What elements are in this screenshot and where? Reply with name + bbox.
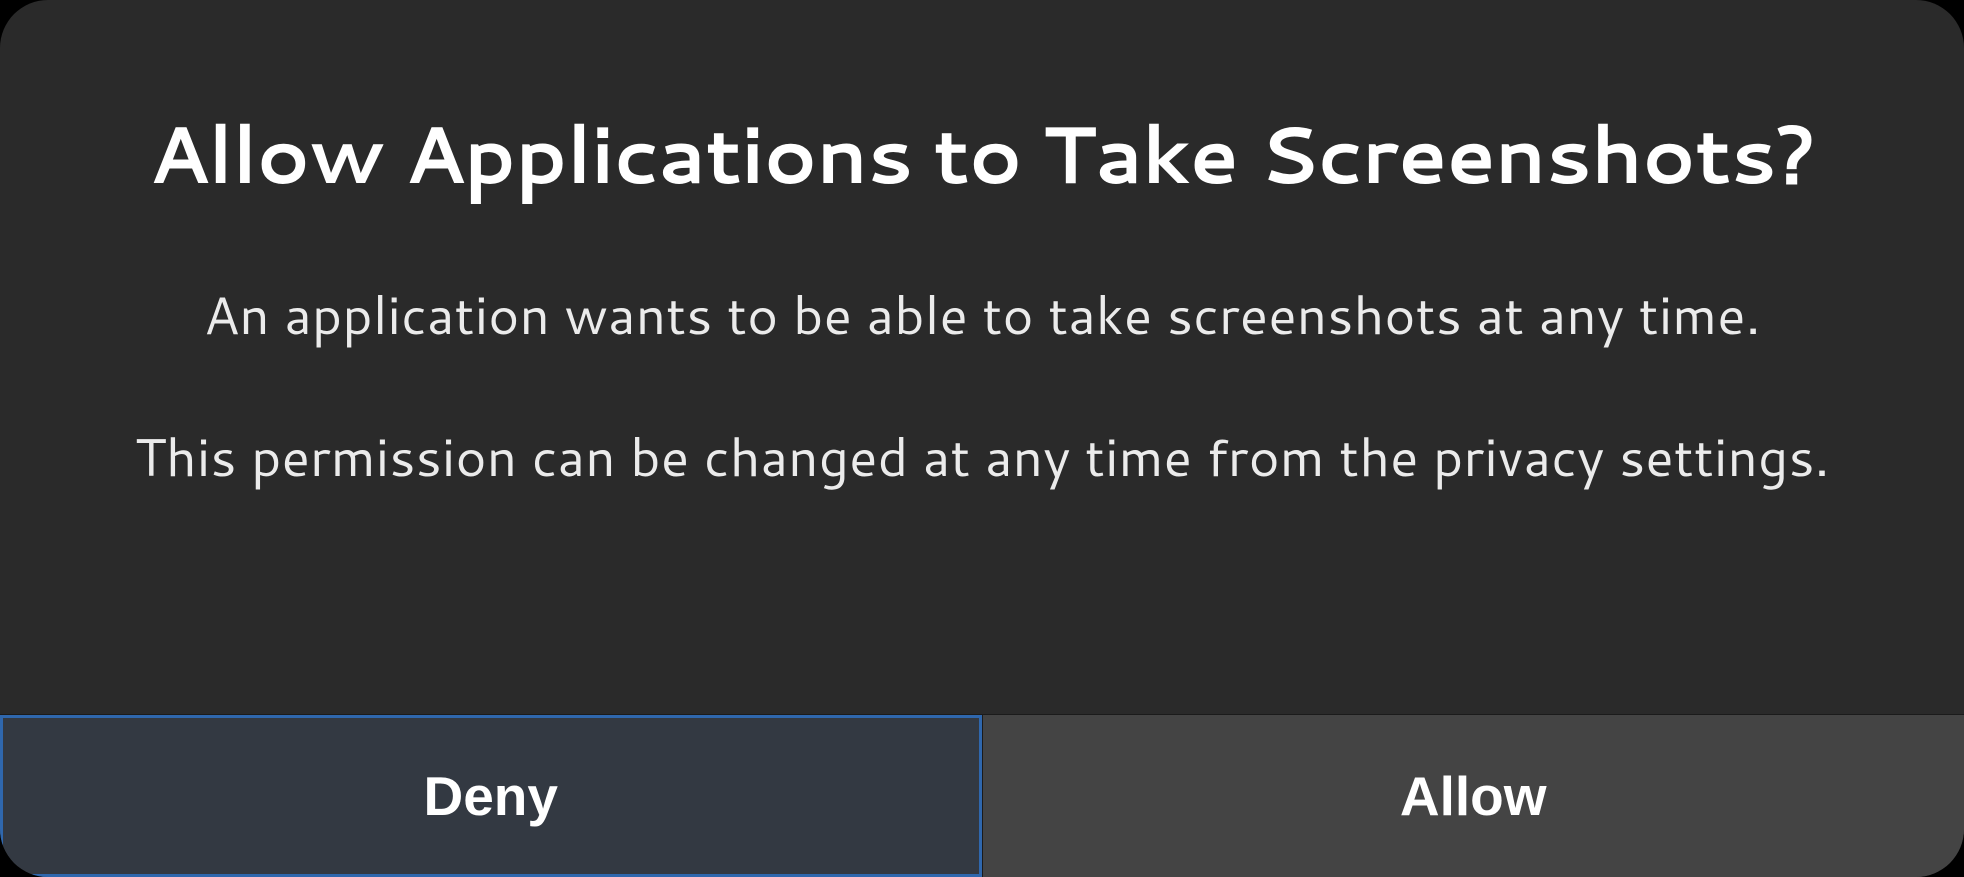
dialog-body-line-2: This permission can be changed at any ti…	[135, 421, 1830, 493]
deny-button[interactable]: Deny	[0, 715, 982, 877]
dialog-body: An application wants to be able to take …	[135, 279, 1830, 492]
allow-button[interactable]: Allow	[982, 715, 1964, 877]
dialog-button-row: Deny Allow	[0, 714, 1964, 877]
dialog-title: Allow Applications to Take Screenshots?	[149, 95, 1816, 209]
permission-dialog: Allow Applications to Take Screenshots? …	[0, 0, 1964, 877]
dialog-content: Allow Applications to Take Screenshots? …	[0, 0, 1964, 714]
dialog-body-line-1: An application wants to be able to take …	[135, 279, 1830, 351]
